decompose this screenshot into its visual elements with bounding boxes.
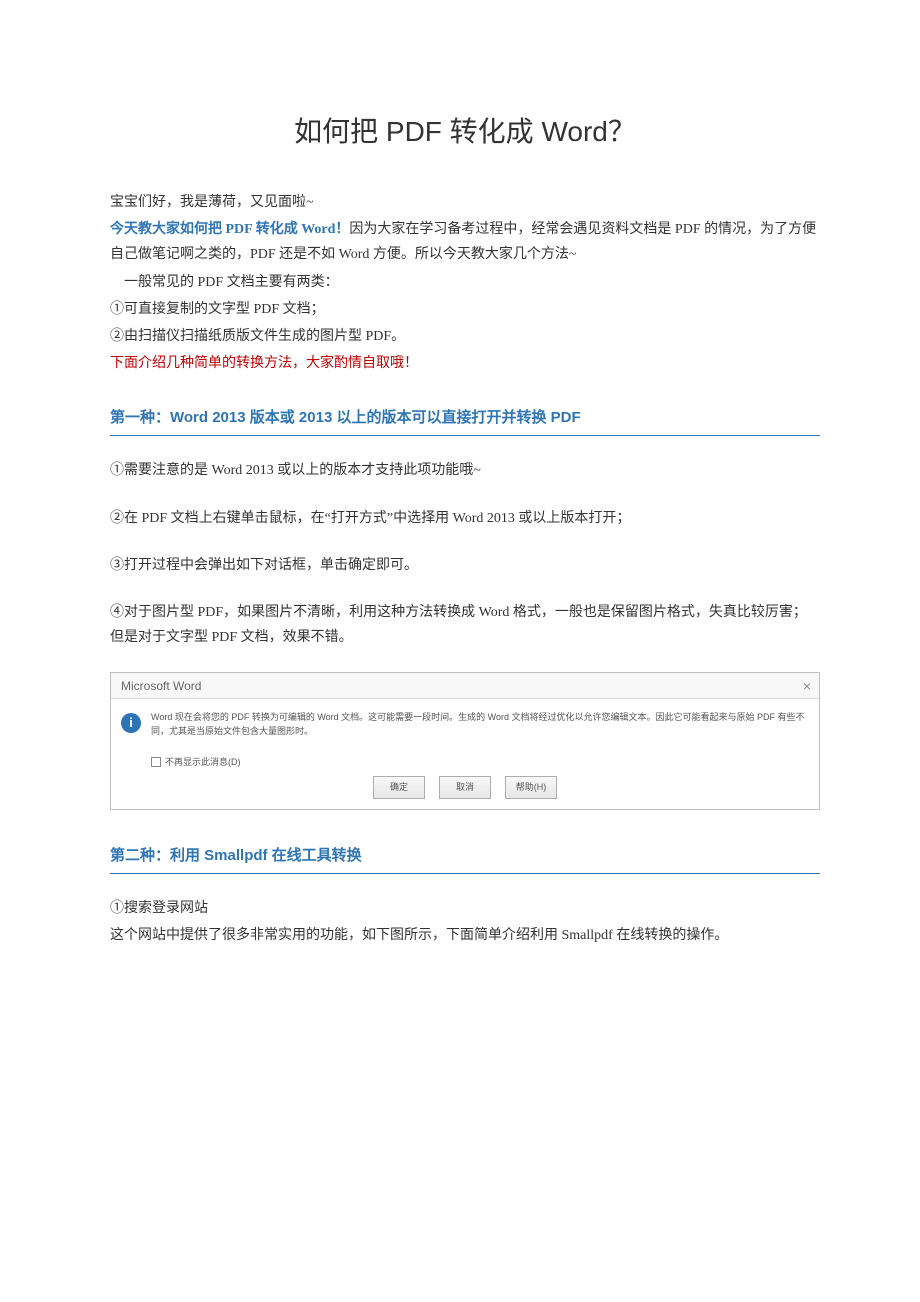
dialog-title-text: Microsoft Word [121, 673, 201, 699]
word-dialog: Microsoft Word × i Word 现在会将您的 PDF 转换为可编… [110, 672, 820, 809]
types-intro: 一般常见的 PDF 文档主要有两类： [110, 270, 820, 295]
ok-button[interactable]: 确定 [373, 776, 425, 798]
method1-step1: ①需要注意的是 Word 2013 或以上的版本才支持此项功能哦~ [110, 458, 820, 483]
dialog-checkbox-row[interactable]: 不再显示此消息(D) [151, 754, 819, 770]
red-note: 下面介绍几种简单的转换方法，大家酌情自取哦！ [110, 351, 820, 376]
document-body: 宝宝们好，我是薄荷，又见面啦~ 今天教大家如何把 PDF 转化成 Word！因为… [110, 190, 820, 948]
help-button[interactable]: 帮助(H) [505, 776, 557, 798]
method1-heading: 第一种：Word 2013 版本或 2013 以上的版本可以直接打开并转换 PD… [110, 404, 820, 436]
method2-heading: 第二种：利用 Smallpdf 在线工具转换 [110, 842, 820, 874]
method1-step3: ③打开过程中会弹出如下对话框，单击确定即可。 [110, 553, 820, 578]
checkbox-icon[interactable] [151, 757, 161, 767]
type-2: ②由扫描仪扫描纸质版文件生成的图片型 PDF。 [110, 324, 820, 349]
dialog-buttons: 确定 取消 帮助(H) [111, 770, 819, 808]
intro-topic: 今天教大家如何把 PDF 转化成 Word！因为大家在学习备考过程中，经常会遇见… [110, 217, 820, 267]
method1-step2: ②在 PDF 文档上右键单击鼠标，在“打开方式”中选择用 Word 2013 或… [110, 506, 820, 531]
intro-topic-lead: 今天教大家如何把 PDF 转化成 Word！ [110, 222, 349, 237]
document-title: 如何把 PDF 转化成 Word？ [110, 110, 820, 150]
method2-step1: ①搜索登录网站 [110, 896, 820, 921]
method1-step4: ④对于图片型 PDF，如果图片不清晰，利用这种方法转换成 Word 格式，一般也… [110, 600, 820, 650]
dialog-titlebar: Microsoft Word × [111, 673, 819, 699]
close-icon[interactable]: × [795, 673, 819, 699]
dialog-message: Word 现在会将您的 PDF 转换为可编辑的 Word 文档。这可能需要一段时… [151, 711, 809, 738]
dialog-checkbox-label: 不再显示此消息(D) [165, 754, 241, 770]
dialog-body: i Word 现在会将您的 PDF 转换为可编辑的 Word 文档。这可能需要一… [111, 699, 819, 746]
intro-greeting: 宝宝们好，我是薄荷，又见面啦~ [110, 190, 820, 215]
method2-step2: 这个网站中提供了很多非常实用的功能，如下图所示，下面简单介绍利用 Smallpd… [110, 923, 820, 948]
cancel-button[interactable]: 取消 [439, 776, 491, 798]
type-1: ①可直接复制的文字型 PDF 文档； [110, 297, 820, 322]
info-icon: i [121, 713, 141, 733]
